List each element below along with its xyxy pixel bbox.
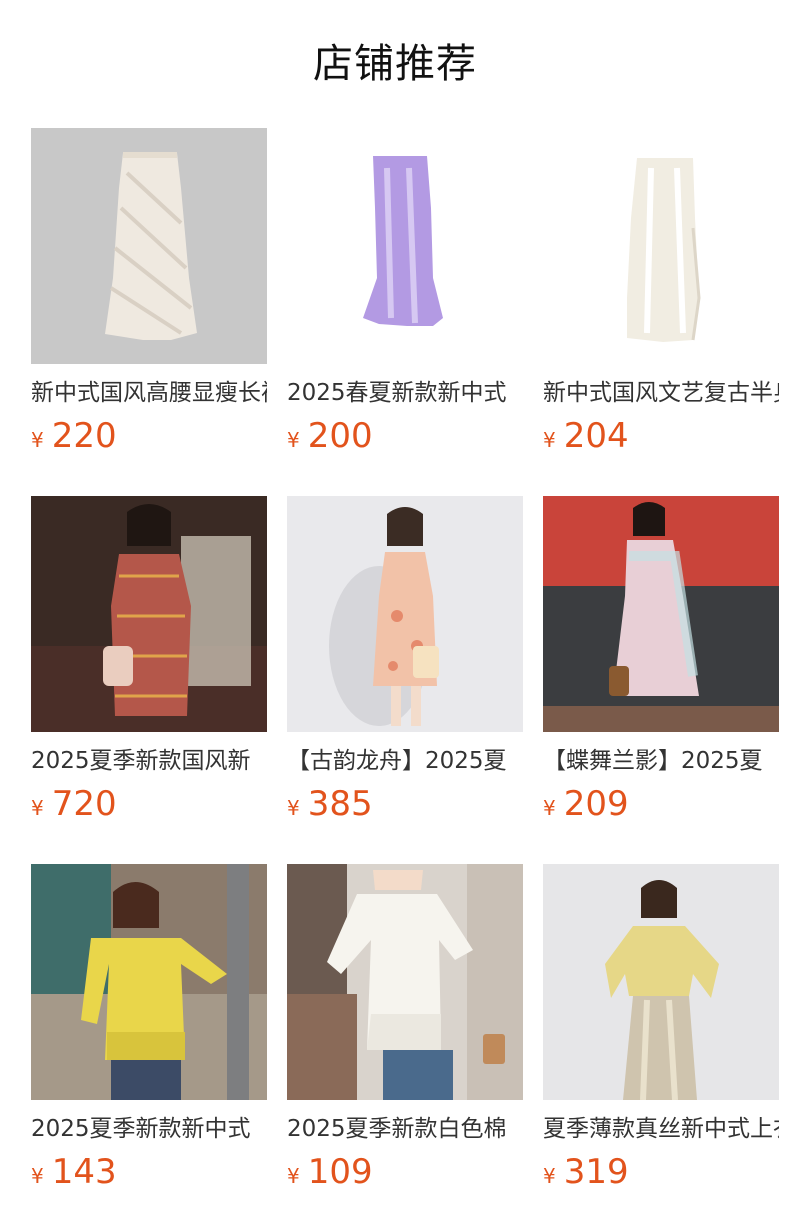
currency-symbol: ¥ xyxy=(31,796,44,820)
product-name[interactable]: 新中式国风高腰显瘦长裙 xyxy=(31,378,267,408)
product-card[interactable]: 2025夏季新款国风新 ¥720 xyxy=(31,496,267,864)
product-image[interactable] xyxy=(31,864,267,1100)
currency-symbol: ¥ xyxy=(543,796,556,820)
product-name[interactable]: 新中式国风文艺复古半身裙 xyxy=(543,378,779,408)
model-photo xyxy=(31,496,267,732)
product-image[interactable] xyxy=(543,496,779,732)
product-price: ¥220 xyxy=(31,416,267,456)
model-photo xyxy=(287,864,523,1100)
currency-symbol: ¥ xyxy=(287,796,300,820)
product-name[interactable]: 【蝶舞兰影】2025夏 xyxy=(543,746,779,776)
skirt-image xyxy=(543,128,779,364)
price-amount: 143 xyxy=(51,1152,117,1192)
price-amount: 220 xyxy=(51,416,117,456)
product-price: ¥209 xyxy=(543,784,779,824)
product-name[interactable]: 夏季薄款真丝新中式上衣 xyxy=(543,1114,779,1144)
currency-symbol: ¥ xyxy=(31,428,44,452)
currency-symbol: ¥ xyxy=(287,1164,300,1188)
product-card[interactable]: 2025春夏新款新中式 ¥200 xyxy=(287,128,523,496)
product-image[interactable] xyxy=(31,128,267,364)
currency-symbol: ¥ xyxy=(543,428,556,452)
price-amount: 385 xyxy=(307,784,373,824)
model-photo xyxy=(31,864,267,1100)
product-card[interactable]: 新中式国风高腰显瘦长裙 ¥220 xyxy=(31,128,267,496)
product-image[interactable] xyxy=(31,496,267,732)
product-price: ¥204 xyxy=(543,416,779,456)
product-card[interactable]: 【蝶舞兰影】2025夏 ¥209 xyxy=(543,496,779,864)
product-name[interactable]: 2025夏季新款国风新 xyxy=(31,746,267,776)
price-amount: 204 xyxy=(563,416,629,456)
price-amount: 200 xyxy=(307,416,373,456)
product-price: ¥720 xyxy=(31,784,267,824)
product-image[interactable] xyxy=(287,864,523,1100)
shop-recommendations-page: 店铺推荐 新中式国风高腰显瘦长裙 ¥220 2025春夏新款新中式 ¥ 200 … xyxy=(0,0,790,1232)
currency-symbol: ¥ xyxy=(543,1164,556,1188)
currency-symbol: ¥ xyxy=(31,1164,44,1188)
product-image[interactable] xyxy=(287,496,523,732)
product-card[interactable]: 2025夏季新款白色棉 ¥109 xyxy=(287,864,523,1232)
product-image[interactable] xyxy=(287,128,523,364)
product-name[interactable]: 【古韵龙舟】2025夏 xyxy=(287,746,523,776)
price-amount: 319 xyxy=(563,1152,629,1192)
product-name[interactable]: 2025春夏新款新中式 xyxy=(287,378,523,408)
currency-symbol: ¥ xyxy=(287,428,300,452)
section-title: 店铺推荐 xyxy=(313,41,477,87)
skirt-image xyxy=(287,128,523,364)
product-name[interactable]: 2025夏季新款白色棉 xyxy=(287,1114,523,1144)
product-price: ¥109 xyxy=(287,1152,523,1192)
product-grid: 新中式国风高腰显瘦长裙 ¥220 2025春夏新款新中式 ¥200 新中式国风文… xyxy=(31,128,779,1232)
product-image[interactable] xyxy=(543,128,779,364)
product-name[interactable]: 2025夏季新款新中式 xyxy=(31,1114,267,1144)
price-amount: 109 xyxy=(307,1152,373,1192)
product-card[interactable]: 新中式国风文艺复古半身裙 ¥204 xyxy=(543,128,779,496)
product-image[interactable] xyxy=(543,864,779,1100)
model-photo xyxy=(543,496,779,732)
product-price: ¥143 xyxy=(31,1152,267,1192)
price-amount: 209 xyxy=(563,784,629,824)
model-photo xyxy=(287,496,523,732)
product-price: ¥319 xyxy=(543,1152,779,1192)
price-amount: 720 xyxy=(51,784,117,824)
product-card[interactable]: 2025夏季新款新中式 ¥143 xyxy=(31,864,267,1232)
model-photo xyxy=(543,864,779,1100)
product-price: ¥200 xyxy=(287,416,523,456)
product-price: ¥385 xyxy=(287,784,523,824)
product-card[interactable]: 夏季薄款真丝新中式上衣 ¥319 xyxy=(543,864,779,1232)
product-card[interactable]: 【古韵龙舟】2025夏 ¥385 xyxy=(287,496,523,864)
skirt-image xyxy=(31,128,267,364)
